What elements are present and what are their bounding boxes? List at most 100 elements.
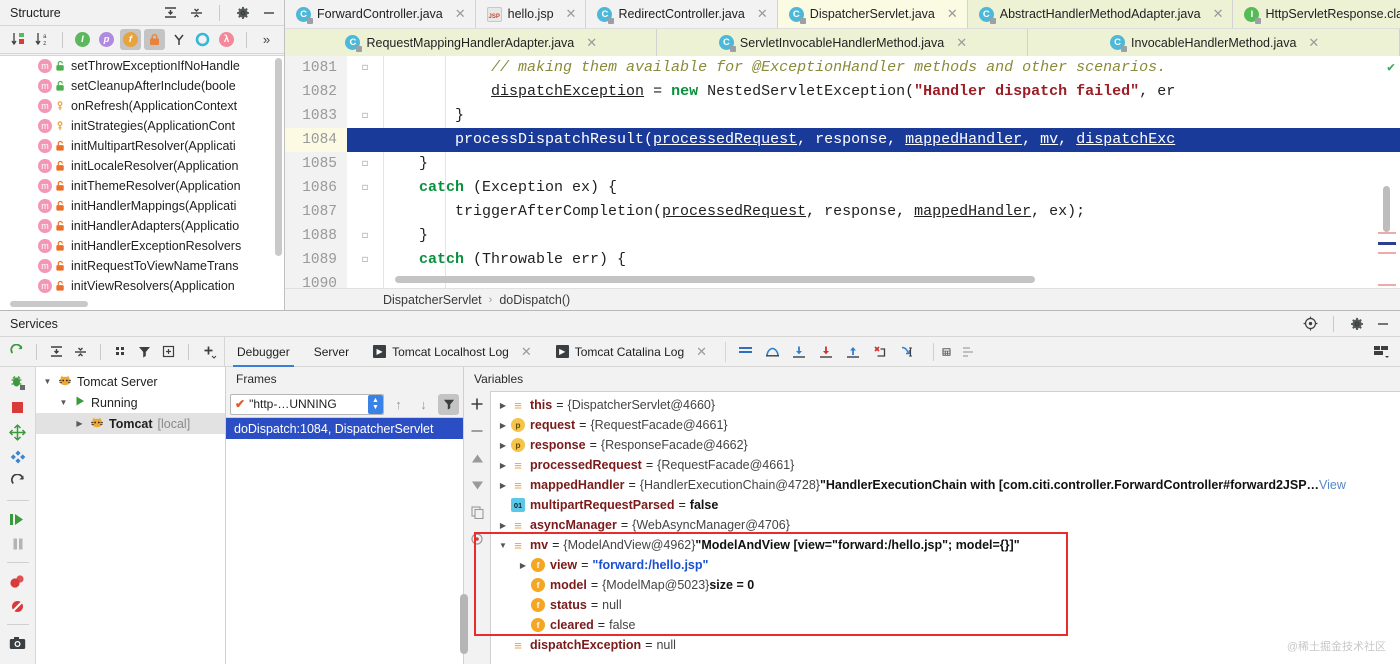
- line-number[interactable]: 1086: [285, 176, 347, 200]
- variable-row[interactable]: ▶≡ mappedHandler = {HandlerExecutionChai…: [491, 475, 1400, 495]
- chevron-down-icon[interactable]: ▼: [42, 377, 53, 386]
- line-number[interactable]: 1088: [285, 224, 347, 248]
- code-line[interactable]: 1084 processDispatchResult(processedRequ…: [285, 128, 1400, 152]
- line-number[interactable]: 1090: [285, 272, 347, 288]
- close-icon[interactable]: ✕: [455, 6, 466, 22]
- structure-item[interactable]: m setCleanupAfterInclude(boole: [0, 76, 284, 96]
- editor-tab[interactable]: C AbstractHandlerMethodAdapter.java ✕: [968, 0, 1234, 28]
- frame-item[interactable]: doDispatch:1084, DispatcherServlet: [226, 418, 463, 439]
- gear-icon[interactable]: [1348, 315, 1366, 333]
- force-step-into-icon[interactable]: [817, 343, 835, 361]
- thread-selector[interactable]: ✔ "http-…UNNING ▲▼: [230, 394, 384, 415]
- attach-icon[interactable]: [9, 448, 27, 466]
- chevron-right-icon[interactable]: ▶: [495, 401, 511, 410]
- structure-item[interactable]: m initViewResolvers(Application: [0, 276, 284, 296]
- group-icon[interactable]: [110, 341, 131, 362]
- inspect-icon[interactable]: [468, 530, 486, 548]
- line-number[interactable]: 1089: [285, 248, 347, 272]
- server-tree[interactable]: ▼ Tomcat Server ▼ Running ▶ Tomcat [loca…: [36, 367, 226, 664]
- structure-item[interactable]: m initLocaleResolver(Application: [0, 156, 284, 176]
- chevron-right-icon[interactable]: ▶: [495, 421, 511, 430]
- view-link[interactable]: View: [1319, 478, 1346, 492]
- chevron-right-icon[interactable]: ▶: [495, 521, 511, 530]
- debugger-tab[interactable]: ▶ Tomcat Localhost Log ✕: [361, 337, 544, 367]
- structure-vertical-scrollbar[interactable]: [275, 58, 282, 256]
- editor-tab[interactable]: JSP hello.jsp ✕: [476, 0, 587, 28]
- editor-tab[interactable]: C InvocableHandlerMethod.java ✕: [1028, 29, 1400, 56]
- move-down-icon[interactable]: [468, 476, 486, 494]
- variable-row[interactable]: f cleared = false: [491, 615, 1400, 635]
- breadcrumb-class[interactable]: DispatcherServlet: [383, 293, 482, 307]
- chevron-right-icon[interactable]: ▶: [495, 461, 511, 470]
- code-fold-icon[interactable]: [347, 272, 383, 288]
- run-to-cursor-icon[interactable]: [898, 343, 916, 361]
- step-out-icon[interactable]: [844, 343, 862, 361]
- chevron-updown-icon[interactable]: ▲▼: [368, 395, 383, 414]
- structure-tree[interactable]: m setThrowExceptionIfNoHandle m setClean…: [0, 55, 284, 310]
- structure-item[interactable]: m initHandlerMappings(Applicati: [0, 196, 284, 216]
- code-fold-icon[interactable]: [347, 200, 383, 224]
- drop-frame-icon[interactable]: [871, 343, 889, 361]
- stop-icon[interactable]: [9, 398, 27, 416]
- close-icon[interactable]: ✕: [956, 35, 967, 51]
- line-number[interactable]: 1084: [285, 128, 347, 152]
- structure-item[interactable]: m initMultipartResolver(Applicati: [0, 136, 284, 156]
- window-layout-icon[interactable]: [1372, 343, 1390, 361]
- editor-horizontal-scrollbar[interactable]: [395, 276, 1035, 283]
- code-fold-icon[interactable]: ◻: [347, 56, 383, 80]
- expand-all-icon[interactable]: [46, 341, 67, 362]
- target-icon[interactable]: [1301, 315, 1319, 333]
- line-number[interactable]: 1082: [285, 80, 347, 104]
- code-fold-icon[interactable]: ◻: [347, 176, 383, 200]
- code-line[interactable]: 1089 ◻ catch (Throwable err) {: [285, 248, 1400, 272]
- structure-item[interactable]: m initThemeResolver(Application: [0, 176, 284, 196]
- move-up-icon[interactable]: [468, 449, 486, 467]
- line-number[interactable]: 1083: [285, 104, 347, 128]
- add-tab-icon[interactable]: [158, 341, 179, 362]
- gear-icon[interactable]: [234, 4, 252, 22]
- code-fold-icon[interactable]: ◻: [347, 104, 383, 128]
- code-line[interactable]: 1082 dispatchException = new NestedServl…: [285, 80, 1400, 104]
- structure-item[interactable]: m initStrategies(ApplicationCont: [0, 116, 284, 136]
- debugger-tab[interactable]: Server: [302, 337, 361, 367]
- variable-row[interactable]: f model = {ModelMap@5023} size = 0: [491, 575, 1400, 595]
- variable-row[interactable]: ≡ dispatchException = null: [491, 635, 1400, 655]
- chevron-down-icon[interactable]: ▼: [495, 541, 511, 550]
- variable-row[interactable]: f status = null: [491, 595, 1400, 615]
- code-fold-icon[interactable]: ◻: [347, 248, 383, 272]
- line-number[interactable]: 1087: [285, 200, 347, 224]
- close-icon[interactable]: ✕: [586, 35, 597, 51]
- code-line[interactable]: 1087 triggerAfterCompletion(processedReq…: [285, 200, 1400, 224]
- code-editor[interactable]: 1081 ◻ // making them available for @Exc…: [285, 56, 1400, 288]
- code-line[interactable]: 1086 ◻ catch (Exception ex) {: [285, 176, 1400, 200]
- variable-row[interactable]: ▼≡ mv = {ModelAndView@4962} "ModelAndVie…: [491, 535, 1400, 555]
- close-icon[interactable]: ✕: [696, 344, 707, 360]
- frames-list[interactable]: doDispatch:1084, DispatcherServlet: [226, 417, 463, 664]
- screenshot-icon[interactable]: [9, 634, 27, 652]
- server-tree-node[interactable]: ▼ Running: [36, 392, 225, 413]
- expand-all-icon[interactable]: [161, 4, 179, 22]
- settings-icon[interactable]: [960, 343, 978, 361]
- step-over-icon[interactable]: [763, 343, 781, 361]
- close-icon[interactable]: ✕: [757, 6, 768, 22]
- code-fold-icon[interactable]: ◻: [347, 224, 383, 248]
- frame-up-icon[interactable]: ↑: [388, 394, 409, 415]
- variable-row[interactable]: ▶≡ asyncManager = {WebAsyncManager@4706}: [491, 515, 1400, 535]
- structure-item[interactable]: m initHandlerAdapters(Applicatio: [0, 216, 284, 236]
- debugger-tab[interactable]: Debugger: [225, 337, 302, 367]
- resume-icon[interactable]: [9, 510, 27, 528]
- pause-icon[interactable]: [9, 535, 27, 553]
- collapse-all-icon[interactable]: [187, 4, 205, 22]
- structure-horizontal-scrollbar[interactable]: [10, 301, 88, 307]
- mute-breakpoints-icon[interactable]: [9, 597, 27, 615]
- code-fold-icon[interactable]: [347, 80, 383, 104]
- line-number[interactable]: 1085: [285, 152, 347, 176]
- close-icon[interactable]: ✕: [1213, 6, 1224, 22]
- filter-icon[interactable]: [134, 341, 155, 362]
- view-breakpoints-icon[interactable]: [9, 572, 27, 590]
- show-properties-icon[interactable]: p: [96, 29, 117, 50]
- show-fields-icon[interactable]: f: [120, 29, 141, 50]
- code-line[interactable]: 1083 ◻ }: [285, 104, 1400, 128]
- rerun-debug-icon[interactable]: [9, 373, 27, 391]
- close-icon[interactable]: ✕: [566, 6, 577, 22]
